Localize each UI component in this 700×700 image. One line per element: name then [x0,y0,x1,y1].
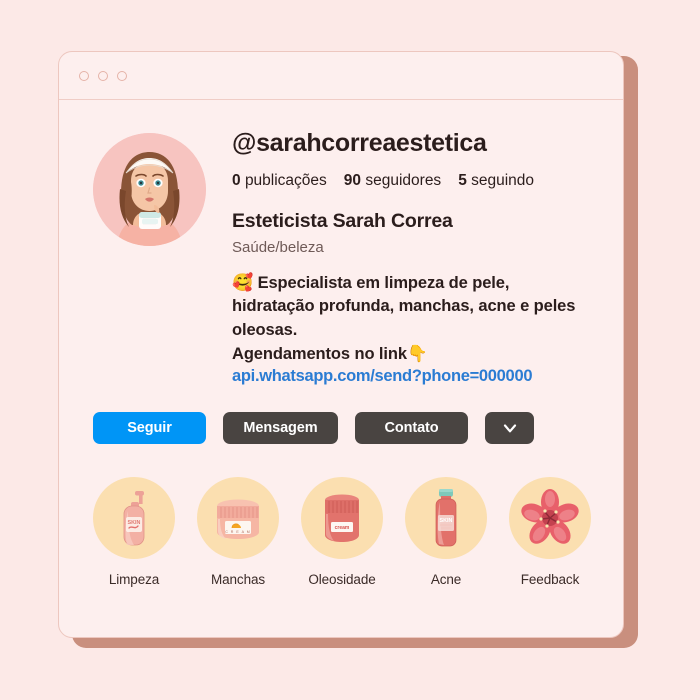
highlight-manchas[interactable]: C R E A M Manchas [197,477,279,587]
highlight-cover-oleosidade: cream [301,477,383,560]
cream-jar-tall-icon: cream [325,494,359,543]
highlight-acne[interactable]: SKIN Acne [405,477,487,587]
pointing-down-hand-icon: 👇 [406,345,428,364]
highlight-cover-limpeza: SKIN [93,477,175,560]
flower-icon [521,489,579,545]
profile-full-name: Esteticista Sarah Correa [232,210,453,232]
profile-bio-text: Especialista em limpeza de pele, hidrata… [232,274,576,339]
svg-text:SKIN: SKIN [128,520,141,526]
highlight-limpeza[interactable]: SKIN Limpeza [93,477,175,587]
highlight-cover-feedback [509,477,591,560]
stat-posts-count: 0 [232,172,241,189]
highlight-label: Acne [430,572,462,588]
highlight-cover-acne: SKIN [405,477,487,560]
window-dot-maximize[interactable] [117,70,127,81]
stat-followers[interactable]: 90 seguidores [344,172,441,190]
stat-posts-label: publicações [244,172,327,189]
profile-bio-link[interactable]: api.whatsapp.com/send?phone=000000 [232,367,589,386]
stat-followers-label: seguidores [365,172,442,189]
stat-following-count: 5 [458,172,467,189]
avatar-illustration [93,133,206,246]
story-highlights: SKIN Limpeza C R E A M Manchas cream Ole… [93,477,591,587]
more-options-button[interactable] [485,412,534,445]
message-button[interactable]: Mensagem [223,412,338,445]
highlight-feedback[interactable]: Feedback [509,477,591,587]
chevron-down-icon [503,424,516,433]
svg-text:SKIN: SKIN [440,518,453,524]
highlight-cover-manchas: C R E A M [197,477,279,560]
profile-bio: 🥰 Especialista em limpeza de pele, hidra… [232,271,589,342]
svg-text:cream: cream [335,525,350,531]
stat-posts[interactable]: 0 publicações [232,172,327,190]
stat-followers-count: 90 [343,172,362,189]
highlight-label: Feedback [520,572,580,588]
avatar[interactable] [93,133,206,246]
smiling-face-with-hearts-icon: 🥰 [232,273,254,292]
contact-button[interactable]: Contato [355,412,468,445]
profile-handle: @sarahcorreaestetica [232,129,487,157]
browser-window: @sarahcorreaestetica 0 publicações 90 se… [58,51,624,638]
profile-category: Saúde/beleza [232,239,324,256]
profile-stats: 0 publicações 90 seguidores 5 seguindo [232,172,589,190]
stat-following-label: seguindo [471,172,535,189]
highlight-label: Limpeza [108,572,160,588]
profile-action-buttons: Seguir Mensagem Contato [93,412,589,445]
highlight-label: Manchas [210,572,266,588]
stat-following[interactable]: 5 seguindo [458,172,534,190]
pump-bottle-icon: SKIN [123,491,145,546]
window-titlebar [59,52,623,100]
profile-info: @sarahcorreaestetica 0 publicações 90 se… [232,126,589,386]
skin-bottle-icon: SKIN [435,489,457,547]
profile-bio-line2: Agendamentos no link👇 [232,345,589,364]
window-dot-close[interactable] [79,70,89,81]
cream-jar-wide-icon: C R E A M [217,499,259,540]
profile-header-row: @sarahcorreaestetica 0 publicações 90 se… [93,126,589,386]
highlight-label: Oleosidade [308,572,376,588]
window-dot-minimize[interactable] [98,70,108,81]
highlight-oleosidade[interactable]: cream Oleosidade [301,477,383,587]
svg-text:C R E A M: C R E A M [225,530,251,534]
profile-content: @sarahcorreaestetica 0 publicações 90 se… [59,100,623,587]
profile-bio-line2-text: Agendamentos no link [232,345,407,364]
follow-button[interactable]: Seguir [93,412,206,445]
